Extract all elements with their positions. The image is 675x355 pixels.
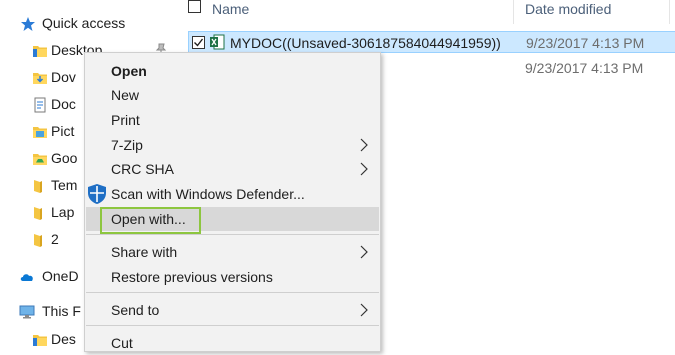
file-row[interactable]: MYDOC((Unsaved-306187584044941959)) 9/23… [188,31,675,53]
nav-item-label: Pict [51,123,75,139]
chevron-right-icon [360,303,368,317]
nav-item-label: Tem [51,177,78,193]
documents-folder-icon [34,97,46,113]
menu-item-label: Share with [111,244,178,260]
file-date-modified: 9/23/2017 4:13 PM [526,35,645,51]
excel-file-icon [210,34,225,50]
folder-icon [34,180,42,193]
menu-item-restore-previous-versions[interactable]: Restore previous versions [86,265,379,289]
nav-item-label: Goo [51,150,78,166]
menu-separator [86,234,379,235]
menu-item-cut[interactable]: Cut [86,331,379,355]
column-divider[interactable] [669,0,670,24]
folder-icon [33,46,47,57]
menu-item-label: New [111,87,140,103]
pictures-folder-icon [33,127,47,138]
menu-item-print[interactable]: Print [86,108,379,132]
folder-icon [34,234,42,247]
menu-item-label: Print [111,112,140,128]
column-header-name[interactable]: Name [212,0,249,22]
onedrive-cloud-icon [20,274,33,281]
folder-icon [34,207,42,220]
nav-quick-access-label: Quick access [42,15,126,31]
menu-item-label: Send to [111,302,160,318]
menu-item-label: Open with... [111,211,186,227]
menu-item-new[interactable]: New [86,83,379,107]
chevron-right-icon [360,138,368,152]
computer-icon [19,305,35,319]
menu-item-label: Open [111,63,147,79]
nav-item-label: Doc [51,96,76,112]
chevron-right-icon [360,162,368,176]
column-divider[interactable] [513,0,514,24]
chevron-right-icon [360,245,368,259]
nav-item-label: Lap [51,204,75,220]
menu-item-send-to[interactable]: Send to [86,298,379,322]
google-drive-folder-icon [33,154,47,165]
nav-item-label: Des [51,331,76,347]
nav-quick-access[interactable]: Quick access [0,13,185,35]
folder-icon [33,335,47,346]
nav-item-label: 2 [51,231,59,247]
nav-item-label: Dov [51,69,76,85]
menu-item-7zip[interactable]: 7-Zip [86,133,379,157]
menu-item-label: Restore previous versions [111,269,273,285]
menu-item-open[interactable]: Open [86,59,379,83]
select-all-checkbox[interactable] [188,0,201,13]
file-name: MYDOC((Unsaved-306187584044941959)) [230,35,501,51]
menu-item-label: Scan with Windows Defender... [111,186,305,202]
menu-separator [86,292,379,293]
menu-item-label: Cut [111,335,133,351]
file-date-modified: 9/23/2017 4:13 PM [525,60,644,76]
menu-separator [86,325,379,326]
windows-defender-shield-icon [88,184,106,204]
row-checkbox-checked[interactable] [192,36,205,49]
nav-this-pc-label: This F [42,303,81,319]
downloads-folder-icon [33,73,47,84]
menu-item-share-with[interactable]: Share with [86,240,379,264]
menu-item-scan-windows-defender[interactable]: Scan with Windows Defender... [86,182,379,206]
nav-onedrive-label: OneD [42,268,79,284]
checkmark-icon [194,38,204,47]
column-header-date-modified[interactable]: Date modified [525,0,611,22]
menu-item-crc-sha[interactable]: CRC SHA [86,157,379,181]
menu-item-label: CRC SHA [111,161,175,177]
menu-item-open-with[interactable]: Open with... [86,207,379,231]
context-menu: Open New Print 7-Zip CRC SHA Scan with W… [84,52,381,352]
star-icon [21,17,35,31]
menu-item-label: 7-Zip [111,137,143,153]
